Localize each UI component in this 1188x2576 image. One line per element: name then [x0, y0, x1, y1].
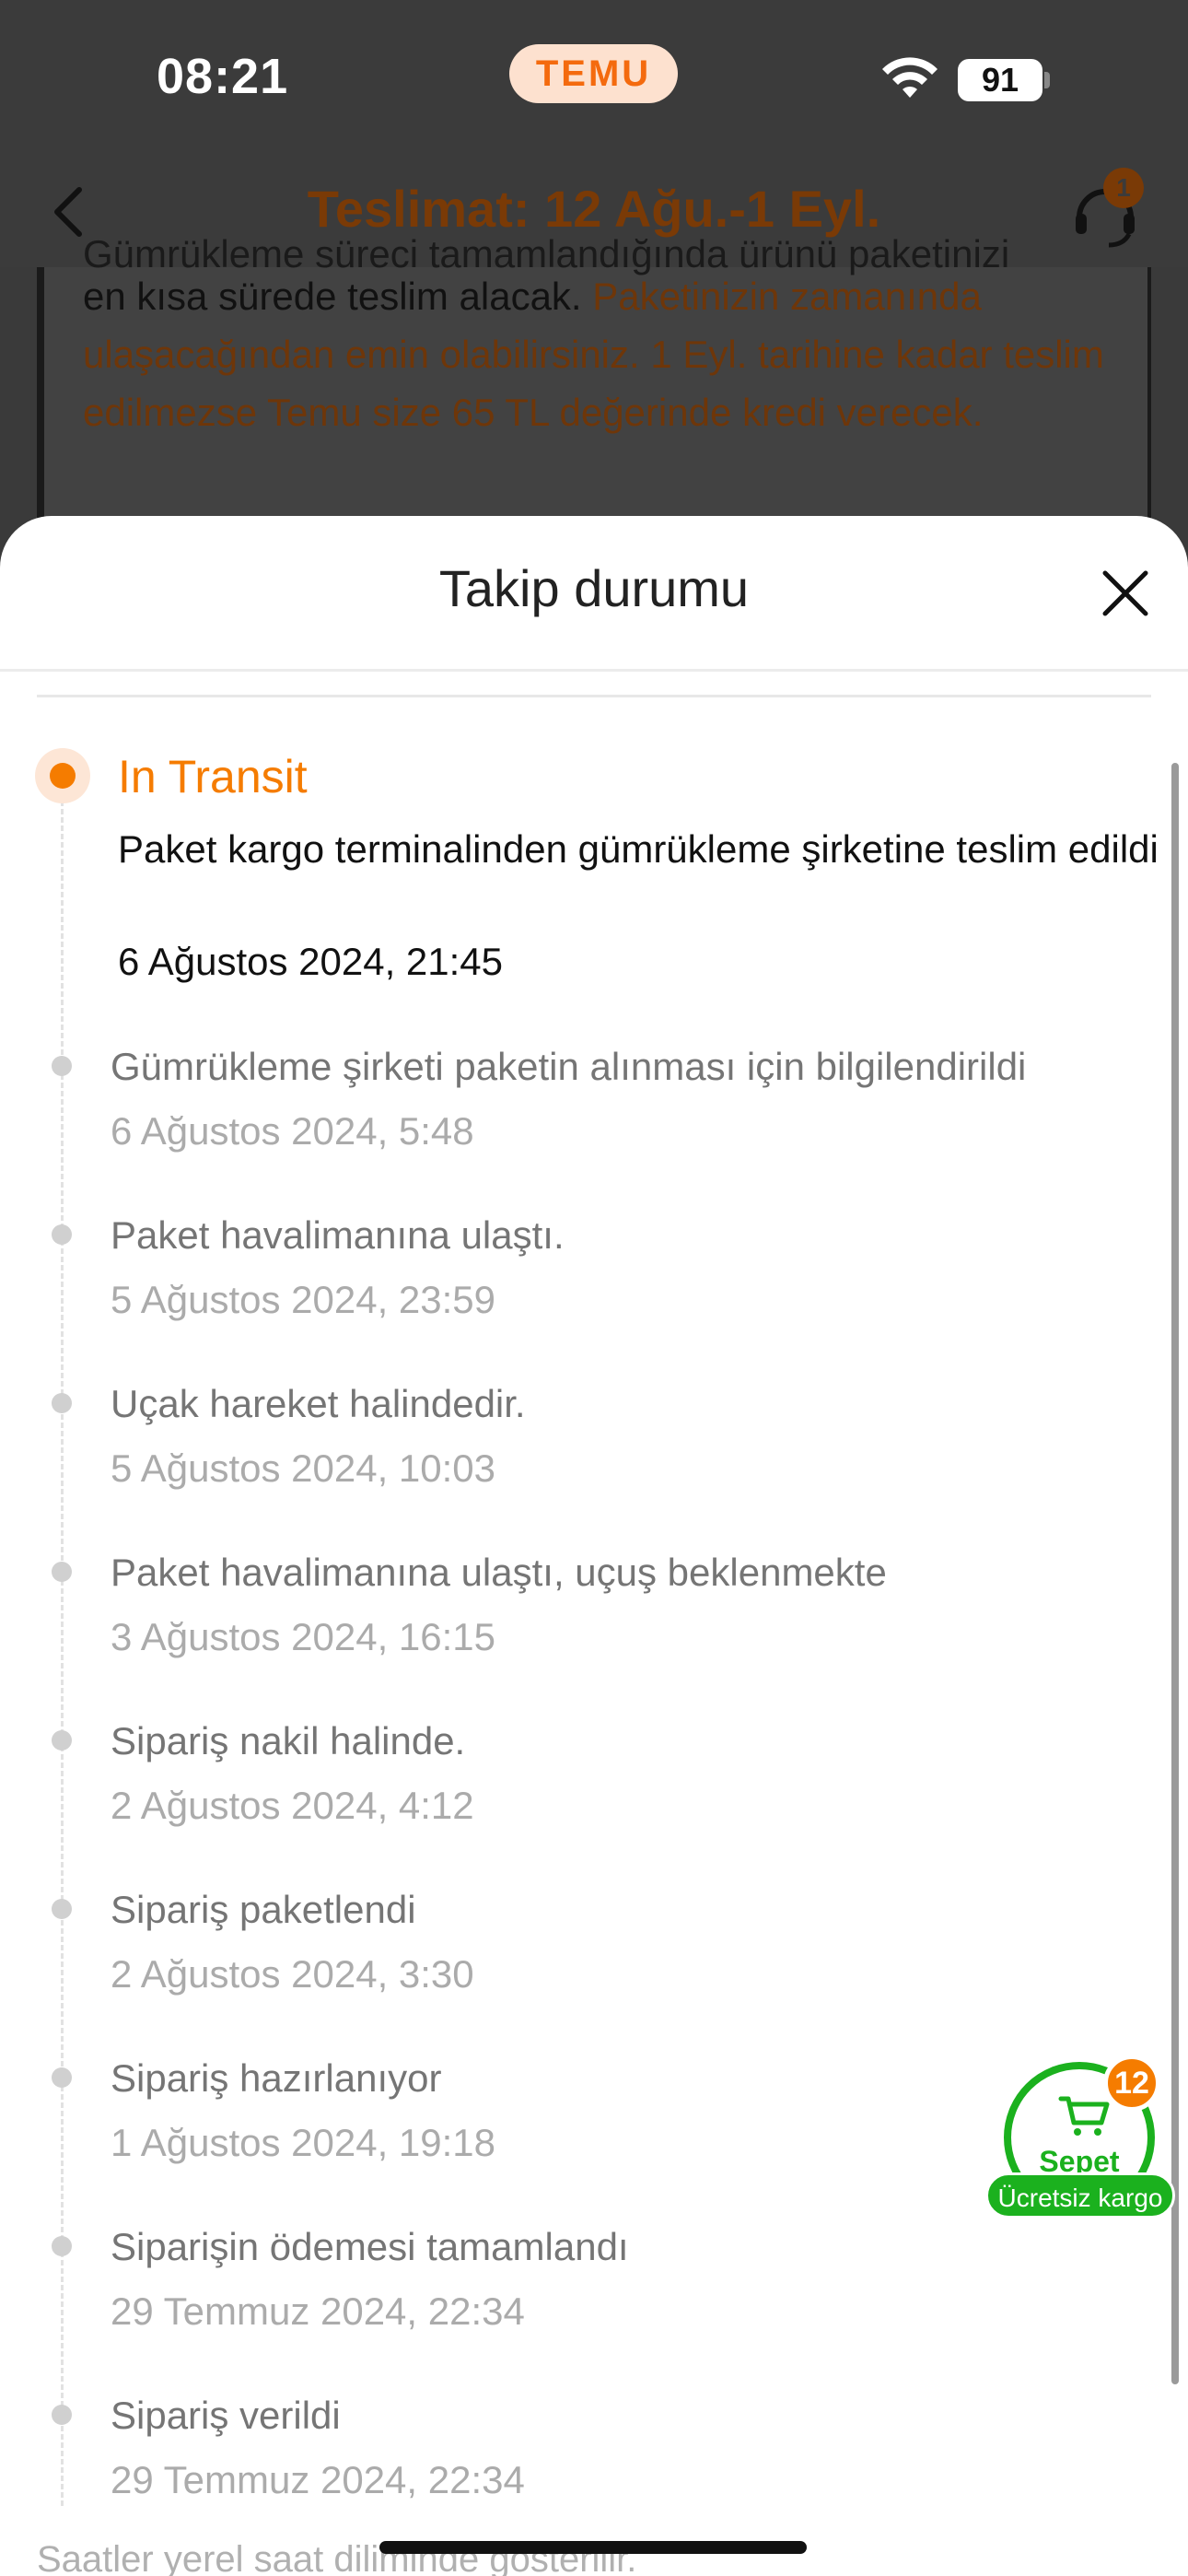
timeline-event: Uçak hareket halindedir. 5 Ağustos 2024,…	[0, 1382, 1188, 1511]
event-description: Sipariş paketlendi	[111, 1888, 416, 1931]
timeline-current-event: In Transit Paket kargo terminalinden güm…	[0, 748, 1188, 1025]
guarantee-text: en kısa sürede teslim alacak. Paketinizi…	[83, 267, 1124, 441]
timeline-dot	[52, 2236, 72, 2256]
sheet-title: Takip durumu	[438, 559, 750, 617]
timeline-dot	[52, 1899, 72, 1919]
event-date: 5 Ağustos 2024, 10:03	[111, 1446, 496, 1490]
event-description: Sipariş verildi	[111, 2394, 341, 2437]
event-description: Siparişin ödemesi tamamlandı	[111, 2225, 629, 2268]
guarantee-text-plain: en kısa sürede teslim alacak.	[83, 275, 593, 318]
event-date: 5 Ağustos 2024, 23:59	[111, 1278, 496, 1321]
timeline-active-dot	[35, 748, 90, 803]
status-bar: 08:21 TEMU 91	[0, 0, 1188, 157]
current-status: In Transit	[118, 751, 308, 802]
battery-nub	[1044, 72, 1050, 88]
timeline-dot	[52, 1562, 72, 1582]
event-date: 2 Ağustos 2024, 4:12	[111, 1784, 474, 1827]
event-description: Paket havalimanına ulaştı.	[111, 1213, 565, 1257]
event-description: Sipariş hazırlanıyor	[111, 2056, 442, 2100]
cart-icon	[1058, 2096, 1110, 2136]
event-date: 2 Ağustos 2024, 3:30	[111, 1952, 474, 1996]
event-date: 6 Ağustos 2024, 5:48	[111, 1109, 474, 1153]
timeline-event: Sipariş paketlendi 2 Ağustos 2024, 3:30	[0, 1888, 1188, 2017]
timeline-dot	[52, 1730, 72, 1751]
timeline-dot	[52, 1393, 72, 1413]
timeline-dot	[52, 1056, 72, 1076]
timeline-event: Sipariş verildi 29 Temmuz 2024, 22:34	[0, 2394, 1188, 2523]
free-shipping-badge: Ücretsiz kargo	[985, 2172, 1175, 2219]
cart-count-badge: 12	[1103, 2055, 1160, 2112]
status-time: 08:21	[157, 49, 289, 104]
tracking-sheet: Takip durumu In Transit Paket kargo term…	[0, 516, 1188, 2576]
event-date: 3 Ağustos 2024, 16:15	[111, 1615, 496, 1658]
timeline-event: Siparişin ödemesi tamamlandı 29 Temmuz 2…	[0, 2225, 1188, 2354]
divider	[0, 669, 1188, 672]
delivery-guarantee-card: Gümrükleme süreci tamamlandığında ürünü …	[37, 232, 1151, 544]
event-date: 29 Temmuz 2024, 22:34	[111, 2458, 525, 2501]
timeline-event: Gümrükleme şirketi paketin alınması için…	[0, 1045, 1188, 1174]
timeline-event: Paket havalimanına ulaştı. 5 Ağustos 202…	[0, 1213, 1188, 1342]
timeline-dot	[52, 2405, 72, 2425]
temu-brand-pill[interactable]: TEMU	[509, 44, 678, 103]
close-icon[interactable]	[1100, 568, 1151, 619]
timeline-event: Sipariş nakil halinde. 2 Ağustos 2024, 4…	[0, 1719, 1188, 1848]
current-description: Paket kargo terminalinden gümrükleme şir…	[118, 827, 1159, 871]
battery-indicator: 91	[958, 59, 1042, 101]
timeline-event: Paket havalimanına ulaştı, uçuş beklenme…	[0, 1551, 1188, 1680]
event-date: 1 Ağustos 2024, 19:18	[111, 2121, 496, 2164]
current-date: 6 Ağustos 2024, 21:45	[118, 940, 504, 983]
event-description: Paket havalimanına ulaştı, uçuş beklenme…	[111, 1551, 887, 1594]
divider	[37, 695, 1151, 697]
home-indicator	[379, 2541, 807, 2554]
timeline-dot	[52, 2067, 72, 2088]
page-title: Teslimat: 12 Ağu.-1 Eyl.	[307, 180, 881, 238]
event-description: Gümrükleme şirketi paketin alınması için…	[111, 1045, 1027, 1088]
timeline-dot	[52, 1224, 72, 1245]
support-badge: 1	[1103, 168, 1144, 208]
wifi-icon	[882, 57, 938, 98]
event-date: 29 Temmuz 2024, 22:34	[111, 2289, 525, 2333]
event-description: Sipariş nakil halinde.	[111, 1719, 466, 1762]
event-description: Uçak hareket halindedir.	[111, 1382, 526, 1425]
